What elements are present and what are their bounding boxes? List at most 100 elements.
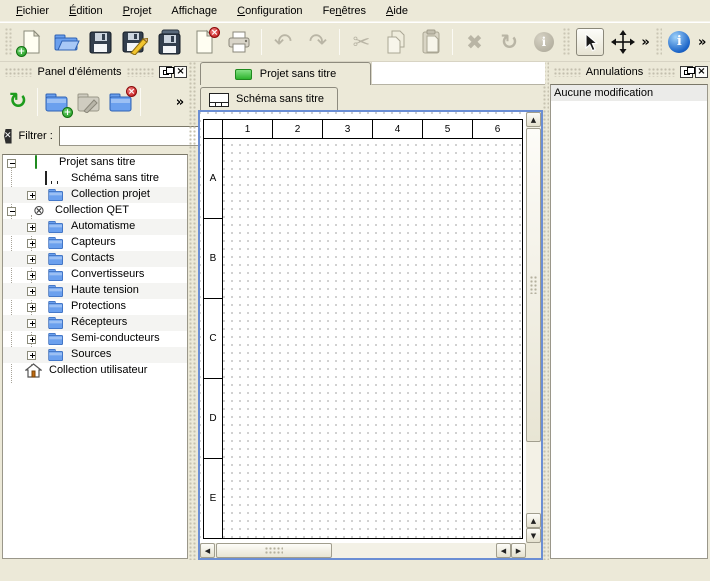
horizontal-scrollbar-thumb[interactable] [216, 543, 332, 558]
tree-item-collection-qet[interactable]: ⊗ Collection QET [3, 203, 187, 219]
scroll-left-button[interactable]: ◀ [200, 543, 215, 558]
cut-button[interactable]: ✂ [344, 25, 379, 59]
scroll-down-button[interactable]: ▼ [526, 528, 541, 543]
info-gray-icon: i [534, 32, 554, 52]
tree-item-sources[interactable]: Sources [3, 347, 187, 363]
left-dock-splitter[interactable] [189, 62, 197, 560]
menu-aide[interactable]: Aide [376, 2, 418, 20]
elements-panel-titlebar[interactable]: Panel d'éléments × [0, 62, 189, 82]
save-button[interactable] [83, 25, 118, 59]
expand-expander-icon[interactable] [27, 319, 36, 328]
menu-fichier[interactable]: Fichier [6, 2, 59, 20]
expand-expander-icon[interactable] [27, 255, 36, 264]
expand-expander-icon[interactable] [27, 303, 36, 312]
undo-list-item[interactable]: Aucune modification [551, 85, 707, 101]
tree-item-label: Automatisme [71, 220, 135, 232]
schema-icon [209, 93, 229, 107]
tree-item-label: Projet sans titre [59, 156, 135, 168]
tree-item-capteurs[interactable]: Capteurs [3, 235, 187, 251]
move-mode-button[interactable] [608, 25, 638, 59]
tree-item-recepteurs[interactable]: Récepteurs [3, 315, 187, 331]
tree-item-automatisme[interactable]: Automatisme [3, 219, 187, 235]
delete-button[interactable]: ✖ [457, 25, 492, 59]
about-button[interactable]: i [664, 25, 694, 59]
print-button[interactable] [222, 25, 257, 59]
tree-item-protections[interactable]: Protections [3, 299, 187, 315]
rotate-button[interactable]: ↻ [492, 25, 527, 59]
expand-expander-icon[interactable] [27, 239, 36, 248]
toolbar-drag-handle[interactable] [5, 28, 12, 56]
elements-tree[interactable]: Projet sans titre Schéma sans titre Coll… [2, 154, 188, 559]
tree-item-semi-conducteurs[interactable]: Semi-conducteurs [3, 331, 187, 347]
tree-item-schema[interactable]: Schéma sans titre [3, 171, 187, 187]
info-blue-icon: i [668, 31, 690, 53]
dock-float-button[interactable] [680, 66, 693, 78]
menu-affichage[interactable]: Affichage [161, 2, 227, 20]
vertical-scrollbar-thumb[interactable] [526, 128, 541, 442]
collapse-expander-icon[interactable] [7, 207, 16, 216]
tab-projet-sans-titre[interactable]: Projet sans titre [200, 62, 371, 85]
scroll-up-button[interactable]: ▲ [526, 513, 541, 528]
toolbar-overflow-button[interactable]: » [694, 25, 710, 59]
tree-item-label: Haute tension [71, 284, 139, 296]
paste-button[interactable] [414, 25, 449, 59]
schema-viewport: 1 2 3 4 5 6 A B C D E ▲ ▲ ▼ [198, 110, 543, 560]
tree-item-project[interactable]: Projet sans titre [3, 155, 187, 171]
expand-expander-icon[interactable] [27, 223, 36, 232]
scroll-up-button[interactable]: ▲ [526, 112, 541, 127]
select-pointer-button[interactable] [576, 28, 604, 56]
redo-button[interactable]: ↷ [300, 25, 335, 59]
tree-item-contacts[interactable]: Contacts [3, 251, 187, 267]
undo-panel-titlebar[interactable]: Annulations × [549, 62, 710, 82]
dock-close-button[interactable]: × [174, 66, 187, 78]
schema-canvas[interactable]: 1 2 3 4 5 6 A B C D E [200, 112, 526, 543]
dock-float-button[interactable] [159, 66, 172, 78]
menu-fenetres[interactable]: Fenêtres [313, 2, 376, 20]
filter-input[interactable] [59, 126, 209, 146]
undo-button[interactable]: ↶ [266, 25, 301, 59]
tree-item-label: Collection projet [71, 188, 150, 200]
tree-item-collection-utilisateur[interactable]: Collection utilisateur [3, 363, 187, 379]
expand-expander-icon[interactable] [27, 335, 36, 344]
dock-close-button[interactable]: × [695, 66, 708, 78]
reload-collections-button[interactable]: ↻ [2, 86, 34, 118]
scroll-right-button[interactable]: ▶ [511, 543, 526, 558]
toolbar-drag-handle[interactable] [563, 28, 570, 56]
redo-icon: ↷ [309, 30, 327, 55]
expand-expander-icon[interactable] [27, 191, 36, 200]
horizontal-scrollbar[interactable]: ◀ ◀ ▶ [200, 543, 526, 558]
menu-projet[interactable]: Projet [113, 2, 162, 20]
edit-category-button[interactable] [73, 86, 105, 118]
mdi-area: Projet sans titre Schéma sans titre 1 2 … [197, 62, 545, 560]
expand-expander-icon[interactable] [27, 287, 36, 296]
clear-filter-icon[interactable]: ✕ [4, 129, 12, 144]
menu-configuration[interactable]: Configuration [227, 2, 312, 20]
new-category-button[interactable]: + [41, 86, 73, 118]
scroll-left-button[interactable]: ◀ [496, 543, 511, 558]
save-all-button[interactable] [153, 25, 188, 59]
toolbar-overflow-button[interactable]: » [638, 25, 654, 59]
save-as-button[interactable] [118, 25, 153, 59]
elements-panel-dock: Panel d'éléments × ↻ + × » ✕ [0, 62, 189, 560]
tree-item-collection-projet[interactable]: Collection projet [3, 187, 187, 203]
row-header: C [203, 298, 223, 379]
expand-expander-icon[interactable] [27, 271, 36, 280]
tab-schema-sans-titre[interactable]: Schéma sans titre [200, 87, 338, 110]
new-file-button[interactable]: + [14, 25, 49, 59]
delete-category-button[interactable]: × [105, 86, 137, 118]
main-toolbar: + × ↶ ↷ ✂ [0, 22, 710, 62]
menu-edition[interactable]: Édition [59, 2, 113, 20]
folder-edit-icon [76, 92, 102, 113]
collapse-expander-icon[interactable] [7, 159, 16, 168]
panel-toolbar-overflow-button[interactable]: » [171, 86, 189, 118]
info-button[interactable]: i [527, 25, 562, 59]
tree-item-haute-tension[interactable]: Haute tension [3, 283, 187, 299]
tree-item-convertisseurs[interactable]: Convertisseurs [3, 267, 187, 283]
copy-button[interactable] [379, 25, 414, 59]
expand-expander-icon[interactable] [27, 351, 36, 360]
close-file-button[interactable]: × [187, 25, 222, 59]
open-file-button[interactable] [49, 25, 84, 59]
vertical-scrollbar[interactable]: ▲ ▲ ▼ [526, 112, 541, 543]
undo-history-list[interactable]: Aucune modification [550, 84, 708, 559]
toolbar-drag-handle[interactable] [656, 28, 663, 56]
